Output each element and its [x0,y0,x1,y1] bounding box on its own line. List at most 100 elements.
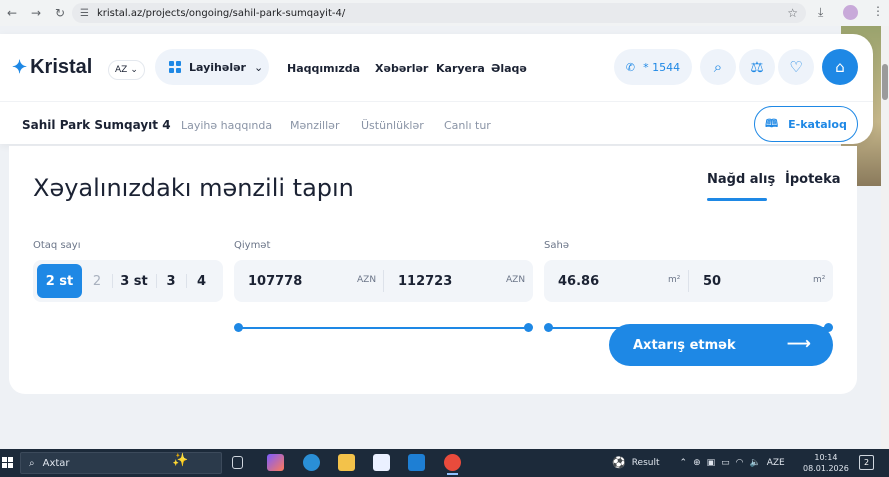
area-max-field[interactable]: 50 [703,260,721,302]
scales-icon: ⚖ [750,58,764,76]
home-button[interactable]: ⌂ [822,49,858,85]
apartment-search-card: Xəyalınızdakı mənzili tapın Nağd alış İp… [9,146,857,394]
grid-icon [169,61,181,73]
arrow-right-icon: ⟶ [786,334,811,354]
windows-start-icon[interactable] [2,457,13,468]
phone-number: * 1544 [643,60,681,74]
page-scrollbar[interactable] [881,26,889,449]
price-max-unit: AZN [506,275,526,285]
e-catalog-button[interactable]: 🕮 E-kataloq [754,106,858,142]
range-divider [383,270,384,292]
phone-button[interactable]: ✆ * 1544 [614,49,692,85]
subnav-live-tour[interactable]: Canlı tur [444,119,491,132]
file-explorer-icon[interactable] [338,454,355,471]
subnav-advantages[interactable]: Üstünlüklər [361,119,424,132]
nav-about[interactable]: Haqqımızda [287,62,360,75]
clock-date: 08.01.2026 [803,464,849,473]
bookmark-star-icon[interactable]: ☆ [787,6,798,20]
room-option-3st[interactable]: 3 st [112,264,156,298]
kristal-star-icon: ✦ [12,57,28,77]
reload-icon[interactable]: ↻ [48,6,72,20]
header-divider [0,101,873,102]
search-title: Xəyalınızdakı mənzili tapın [33,174,354,202]
site-header: ✦ Kristal AZ ⌄ Layihələr ⌄ Haqqımızda Xə… [0,34,873,144]
edge-icon[interactable] [303,454,320,471]
taskbar-search-label: Axtar [42,457,70,469]
price-min-unit: AZN [357,275,377,285]
room-option-2[interactable]: 2 [82,264,112,298]
room-option-4[interactable]: 4 [186,264,217,298]
room-option-2st[interactable]: 2 st [37,264,82,298]
result-label[interactable]: Result [632,458,660,468]
price-max-value: 112723 [398,273,453,289]
price-slider-max-handle[interactable] [524,323,533,332]
heart-icon: ♡ [789,58,803,76]
rooms-selector: 2 st 2 3 st 3 4 [33,260,223,302]
nav-news[interactable]: Xəbərlər [375,62,428,75]
tab-mortgage[interactable]: İpoteka [785,172,841,187]
chevron-down-icon: ⌄ [130,65,138,75]
phone-icon: ✆ [625,60,636,74]
site-settings-icon[interactable]: ☰ [80,8,89,19]
area-min-value: 46.86 [558,273,600,289]
mail-icon[interactable] [408,454,425,471]
copilot-sparkle-icon[interactable]: ✨ [172,453,188,468]
result-app-icon[interactable]: ⚽ [612,456,626,469]
area-min-field[interactable]: 46.86 [558,260,599,302]
taskbar-search[interactable]: ⌕ Axtar [20,452,222,474]
battery-icon[interactable]: ▭ [721,458,730,468]
chevron-up-icon[interactable]: ⌃ [680,458,688,468]
subnav-apartments[interactable]: Mənzillər [290,119,339,132]
volume-icon[interactable]: 🔈 [750,458,761,468]
price-max-field[interactable]: 112723 [398,260,452,302]
favorites-button[interactable]: ♡ [778,49,814,85]
projects-label: Layihələr [189,60,246,74]
price-min-field[interactable]: 107778 [248,260,302,302]
store-icon[interactable] [373,454,390,471]
clock[interactable]: 10:14 08.01.2026 [803,452,849,474]
wifi-icon[interactable]: ◠ [736,458,744,468]
logo-text: Kristal [30,56,93,78]
extension-icon[interactable] [843,5,858,20]
active-tab-indicator [707,198,767,201]
clock-time: 10:14 [814,453,838,462]
back-icon[interactable]: ← [0,6,24,20]
price-min-value: 107778 [248,273,303,289]
home-icon: ⌂ [835,58,845,76]
copilot-app-icon[interactable] [267,454,284,471]
search-submit-button[interactable]: Axtarış etmək ⟶ [609,324,833,366]
language-selector[interactable]: AZ ⌄ [108,60,145,80]
notifications-badge[interactable]: 2 [859,455,874,470]
chrome-icon[interactable] [444,454,461,475]
project-title: Sahil Park Sumqayıt 4 [22,118,171,132]
browser-toolbar: ← → ↻ ☰ kristal.az/projects/ongoing/sahi… [0,0,889,26]
url-text: kristal.az/projects/ongoing/sahil-park-s… [96,7,346,19]
compare-button[interactable]: ⚖ [739,49,775,85]
search-button[interactable]: ⌕ [700,49,736,85]
forward-icon[interactable]: → [24,6,48,20]
address-bar[interactable]: ☰ kristal.az/projects/ongoing/sahil-park… [72,3,806,23]
area-min-unit: m² [668,275,681,285]
subnav-about[interactable]: Layihə haqqında [181,119,272,132]
nav-contact[interactable]: Əlaqə [491,62,527,75]
download-icon[interactable]: ⤓ [818,5,823,20]
price-label: Qiymət [234,240,271,251]
scrollbar-thumb[interactable] [882,64,888,100]
network-monitor-icon[interactable]: ▣ [707,458,716,468]
e-catalog-label: E-kataloq [788,117,847,131]
task-view-icon[interactable] [232,456,243,469]
windows-taskbar: ⌕ Axtar ✨ ⚽ Result ⌃ ⊕ ▣ ▭ ◠ 🔈 AZE 10:14… [0,449,889,477]
tray-app-icon[interactable]: ⊕ [693,458,701,468]
kristal-logo[interactable]: ✦ Kristal [12,56,92,79]
room-option-3[interactable]: 3 [156,264,186,298]
price-slider-min-handle[interactable] [234,323,243,332]
area-slider-min-handle[interactable] [544,323,553,332]
language-indicator[interactable]: AZE [767,458,785,468]
projects-menu-button[interactable]: Layihələr ⌄ [155,49,269,85]
price-slider-track[interactable] [239,327,529,329]
nav-career[interactable]: Karyera [436,62,485,75]
tab-cash[interactable]: Nağd alış [707,172,775,187]
area-label: Sahə [544,240,569,251]
page-viewport: ✦ Kristal AZ ⌄ Layihələr ⌄ Haqqımızda Xə… [0,26,881,449]
more-icon[interactable]: ⋮ [872,4,884,18]
